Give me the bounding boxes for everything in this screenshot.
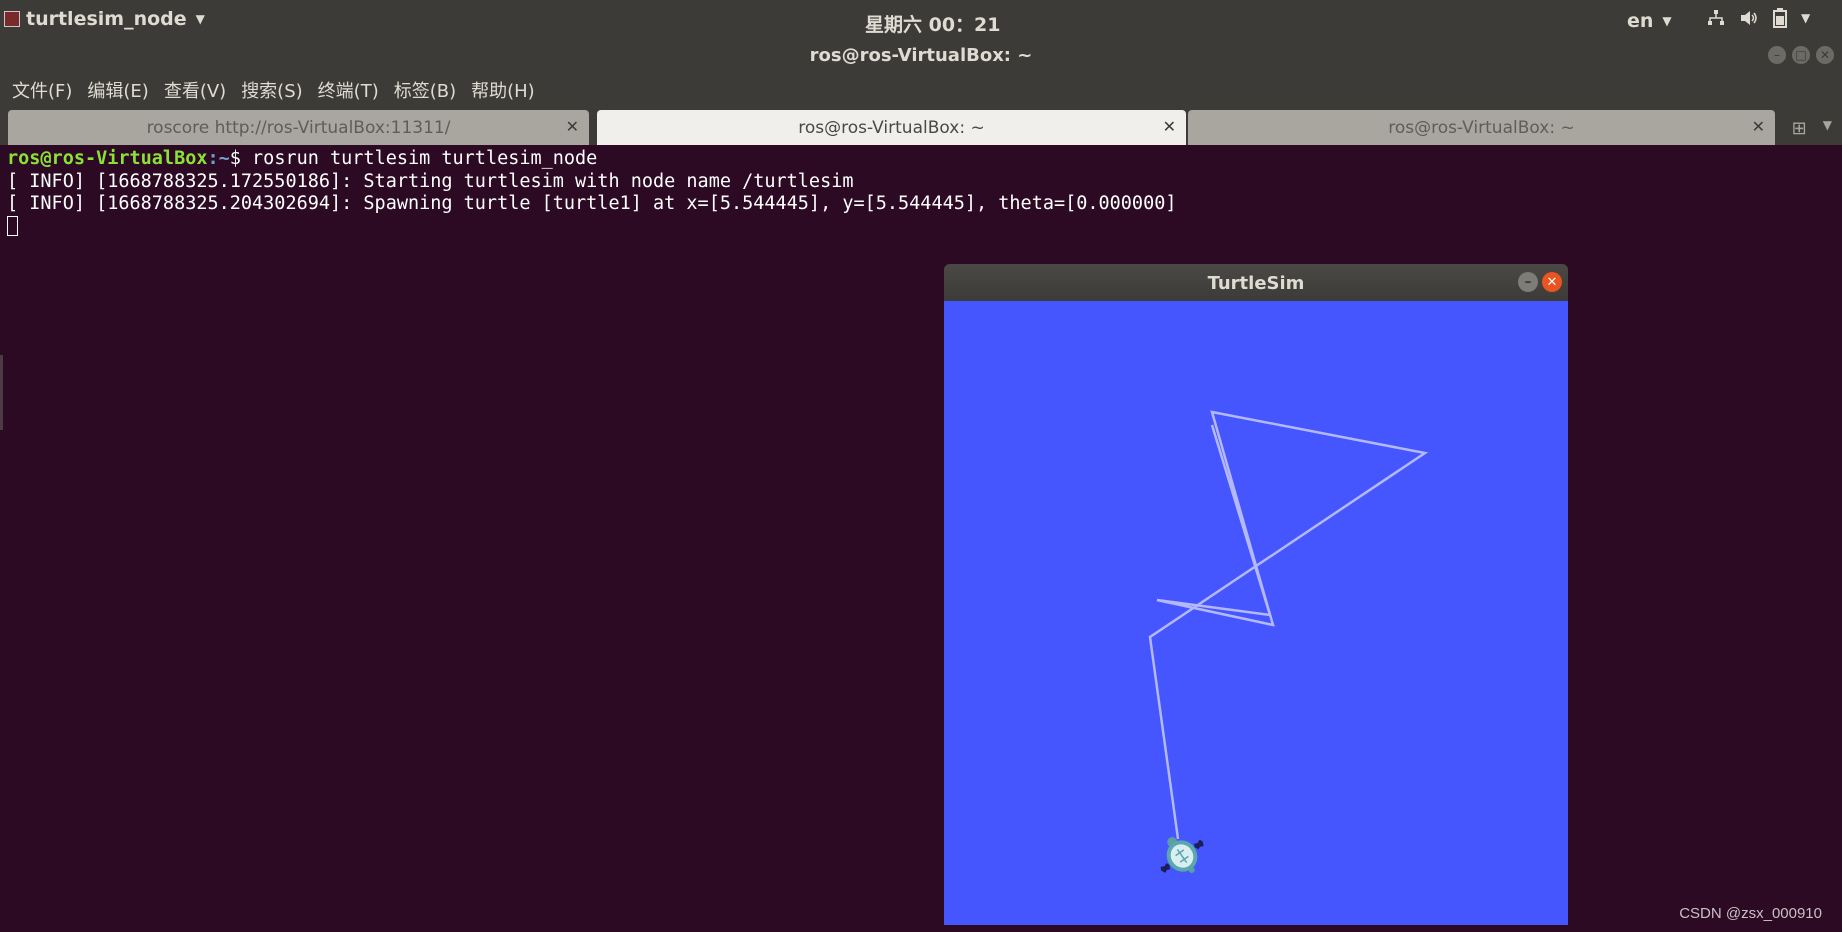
- watermark: CSDN @zsx_000910: [1679, 905, 1822, 922]
- close-icon[interactable]: ✕: [566, 117, 579, 136]
- text-cursor: [7, 215, 18, 236]
- resize-handle[interactable]: [0, 355, 3, 430]
- turtlesim-canvas: [944, 301, 1568, 925]
- terminal-app-icon: [4, 11, 20, 27]
- system-menu-icon: ▼: [1801, 11, 1811, 25]
- tab-roscore[interactable]: roscore http://ros-VirtualBox:11311/ ✕: [8, 110, 589, 145]
- tab-label: ros@ros-VirtualBox: ~: [798, 117, 985, 138]
- log-line: [ INFO] [1668788325.204302694]: Spawning…: [7, 193, 1177, 214]
- chevron-down-icon[interactable]: ▼: [1823, 118, 1832, 139]
- app-menu-label: turtlesim_node: [26, 8, 187, 30]
- tab-terminal-3[interactable]: ros@ros-VirtualBox: ~ ✕: [1188, 110, 1775, 145]
- menu-terminal[interactable]: 终端(T): [318, 77, 379, 103]
- cursor-line: [7, 215, 1842, 239]
- close-button[interactable]: ✕: [1542, 272, 1562, 292]
- minimize-button[interactable]: –: [1518, 272, 1538, 292]
- chevron-down-icon: ▼: [195, 12, 205, 26]
- prompt-user: ros@ros-VirtualBox: [7, 148, 208, 169]
- language-label: en: [1627, 10, 1654, 32]
- clock[interactable]: 星期六 00：21: [865, 10, 1001, 37]
- menu-file[interactable]: 文件(F): [12, 77, 72, 103]
- close-icon[interactable]: ✕: [1163, 117, 1176, 136]
- turtlesim-window[interactable]: TurtleSim – ✕: [944, 264, 1568, 925]
- chevron-down-icon: ▼: [1662, 14, 1672, 28]
- menu-search[interactable]: 搜索(S): [241, 77, 302, 103]
- window-title: ros@ros-VirtualBox: ~: [809, 45, 1033, 66]
- command-text: rosrun turtlesim turtlesim_node: [252, 148, 598, 169]
- close-button[interactable]: ✕: [1816, 46, 1834, 64]
- prompt-symbol: $: [229, 148, 253, 169]
- turtle-icon: [1160, 837, 1204, 873]
- turtlesim-title-bar[interactable]: TurtleSim – ✕: [944, 264, 1568, 301]
- window-title-bar[interactable]: ros@ros-VirtualBox: ~ – □ ✕: [0, 40, 1842, 70]
- turtlesim-title: TurtleSim: [1207, 273, 1305, 294]
- turtle-path-canvas: [1148, 410, 1429, 873]
- app-menu[interactable]: turtlesim_node ▼: [4, 8, 205, 30]
- menu-bar: 文件(F) 编辑(E) 查看(V) 搜索(S) 终端(T) 标签(B) 帮助(H…: [0, 70, 1842, 110]
- network-icon: [1708, 10, 1724, 25]
- turtle-path: [1148, 410, 1429, 840]
- prompt-path: :~: [207, 148, 230, 169]
- tab-bar: roscore http://ros-VirtualBox:11311/ ✕ r…: [0, 110, 1842, 145]
- new-tab-icon[interactable]: ⊞: [1792, 118, 1807, 139]
- log-line: [ INFO] [1668788325.172550186]: Starting…: [7, 170, 854, 192]
- tab-label: roscore http://ros-VirtualBox:11311/: [146, 117, 451, 138]
- minimize-button[interactable]: –: [1768, 46, 1786, 64]
- tab-terminal-active[interactable]: ros@ros-VirtualBox: ~ ✕: [597, 110, 1186, 145]
- command-line: ros@ros-VirtualBox:~$ rosrun turtlesim t…: [7, 148, 1842, 171]
- maximize-button[interactable]: □: [1792, 46, 1810, 64]
- menu-view[interactable]: 查看(V): [164, 77, 226, 103]
- battery-icon: [1773, 8, 1787, 28]
- system-tray[interactable]: ▼: [1707, 8, 1810, 28]
- volume-icon: [1741, 11, 1757, 25]
- menu-tabs[interactable]: 标签(B): [394, 77, 456, 103]
- language-indicator[interactable]: en ▼: [1627, 10, 1672, 32]
- top-panel: turtlesim_node ▼ 星期六 00：21 en ▼ ▼: [0, 0, 1842, 40]
- tab-label: ros@ros-VirtualBox: ~: [1388, 117, 1575, 138]
- menu-help[interactable]: 帮助(H): [471, 77, 535, 103]
- menu-edit[interactable]: 编辑(E): [87, 77, 148, 103]
- close-icon[interactable]: ✕: [1752, 117, 1765, 136]
